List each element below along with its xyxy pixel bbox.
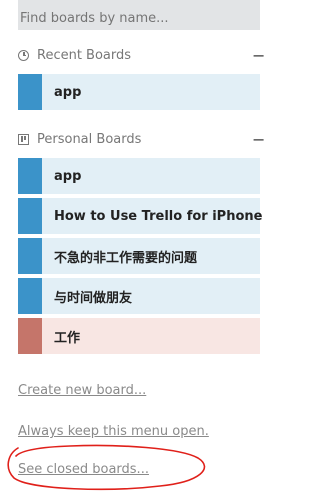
create-new-board-link[interactable]: Create new board... (18, 383, 146, 398)
personal-board-trello-iphone[interactable]: How to Use Trello for iPhone (18, 198, 263, 234)
collapse-recent-button[interactable]: − (252, 46, 265, 65)
board-color-swatch (18, 278, 42, 314)
search-input[interactable] (18, 0, 260, 30)
board-name: 不急的非工作需要的问题 (54, 250, 198, 266)
board-name: How to Use Trello for iPhone (54, 208, 263, 224)
board-color-swatch (18, 318, 42, 354)
keep-menu-open-link[interactable]: Always keep this menu open. (18, 424, 209, 439)
board-name: app (54, 168, 82, 184)
board-color-swatch (18, 74, 42, 110)
trello-board-icon (18, 133, 29, 145)
board-name: app (54, 84, 82, 100)
personal-boards-title: Personal Boards (37, 131, 142, 147)
recent-boards-header: Recent Boards − (18, 46, 265, 65)
board-name: 与时间做朋友 (54, 290, 133, 306)
personal-board-friends-with-time[interactable]: 与时间做朋友 (18, 278, 260, 314)
board-name: 工作 (54, 330, 81, 346)
board-color-swatch (18, 198, 42, 234)
recent-boards-title: Recent Boards (37, 47, 132, 63)
red-circle-annotation (7, 444, 206, 491)
personal-boards-header: Personal Boards − (18, 130, 265, 149)
personal-board-app[interactable]: app (18, 158, 260, 194)
clock-icon (18, 49, 29, 61)
personal-board-work[interactable]: 工作 (18, 318, 260, 354)
collapse-personal-button[interactable]: − (252, 130, 265, 149)
board-color-swatch (18, 238, 42, 274)
board-color-swatch (18, 158, 42, 194)
personal-board-non-work-issues[interactable]: 不急的非工作需要的问题 (18, 238, 260, 274)
recent-board-app[interactable]: app (18, 74, 260, 110)
